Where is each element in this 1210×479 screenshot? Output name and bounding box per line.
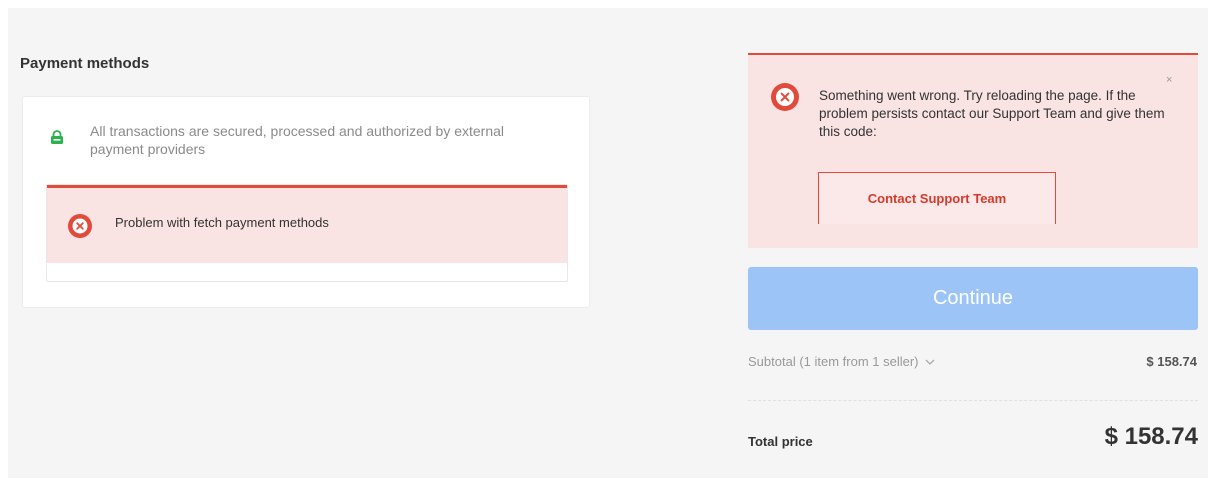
divider <box>748 400 1198 401</box>
total-value: $ 158.74 <box>1104 423 1198 450</box>
contact-support-button[interactable]: Contact Support Team <box>818 172 1056 224</box>
total-row: Total price $ 158.74 <box>748 423 1198 451</box>
lock-icon <box>51 130 63 144</box>
close-icon[interactable]: × <box>1166 75 1172 86</box>
continue-button[interactable]: Continue <box>748 267 1198 330</box>
payment-methods-error: Problem with fetch payment methods <box>46 184 568 282</box>
subtotal-value: $ 158.74 <box>1146 354 1197 369</box>
error-alert: Something went wrong. Try reloading the … <box>748 53 1198 248</box>
error-circle-icon <box>771 83 799 111</box>
subtotal-label: Subtotal (1 item from 1 seller) <box>748 354 919 369</box>
error-circle-icon <box>68 213 92 238</box>
total-label: Total price <box>748 433 813 449</box>
secure-transactions-text: All transactions are secured, processed … <box>90 123 505 157</box>
chevron-down-icon <box>925 359 934 365</box>
payment-methods-title: Payment methods <box>20 55 150 72</box>
subtotal-toggle[interactable]: Subtotal (1 item from 1 seller) <box>748 354 935 369</box>
error-banner: Problem with fetch payment methods <box>47 185 567 263</box>
secure-transactions-note: All transactions are secured, processed … <box>50 122 550 158</box>
subtotal-row: Subtotal (1 item from 1 seller) $ 158.74 <box>748 354 1198 369</box>
error-message: Problem with fetch payment methods <box>115 215 329 230</box>
alert-message: Something went wrong. Try reloading the … <box>819 88 1165 139</box>
